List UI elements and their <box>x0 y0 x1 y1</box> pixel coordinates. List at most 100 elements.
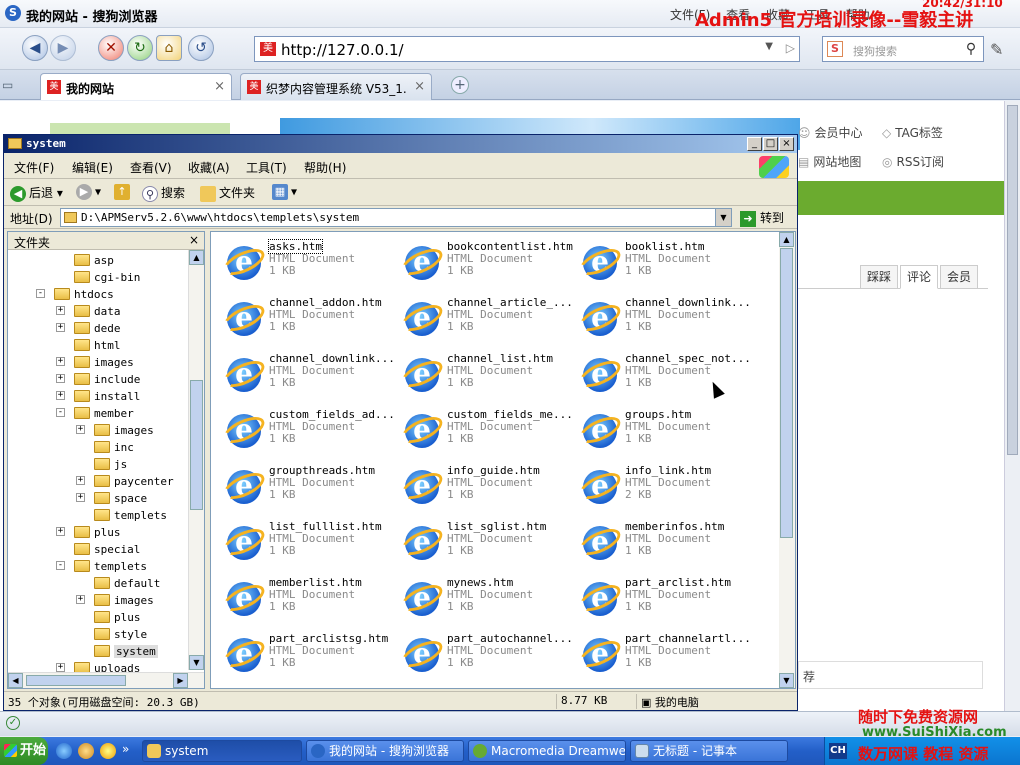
files-vscrollbar[interactable]: ▲ ▼ <box>779 232 795 688</box>
tab-my-site[interactable]: 美 我的网站 × <box>40 73 232 100</box>
expand-icon[interactable]: + <box>56 374 65 383</box>
input-language-indicator[interactable]: CH <box>829 743 847 759</box>
task-explorer-system[interactable]: system <box>142 740 302 762</box>
maximize-button[interactable]: □ <box>763 137 778 151</box>
go-button[interactable]: ➜ 转到 <box>740 209 784 227</box>
folder-tree-item[interactable]: templets <box>8 507 188 524</box>
file-item[interactable]: e asks.htm HTML Document 1 KB <box>217 234 392 288</box>
folder-tree-item[interactable]: + include <box>8 371 188 388</box>
file-item[interactable]: e info_guide.htm HTML Document 1 KB <box>395 458 570 512</box>
folder-tree-item[interactable]: + data <box>8 303 188 320</box>
collapse-icon[interactable]: - <box>56 408 65 417</box>
file-item[interactable]: e part_arclist.htm HTML Document 1 KB <box>573 570 748 624</box>
link-tags[interactable]: ◇ TAG标签 <box>882 124 943 141</box>
folder-tree-item[interactable]: + images <box>8 354 188 371</box>
folder-tree-item[interactable]: + space <box>8 490 188 507</box>
expand-icon[interactable]: + <box>56 323 65 332</box>
site-tab-comments[interactable]: 评论 <box>900 265 938 289</box>
file-item[interactable]: e channel_article_... HTML Document 1 KB <box>395 290 573 344</box>
file-item[interactable]: e mynews.htm HTML Document 1 KB <box>395 570 570 624</box>
folders-pane-close-icon[interactable]: × <box>189 233 199 247</box>
sidebar-toggle-icon[interactable]: ▭ <box>2 78 13 92</box>
task-notepad[interactable]: 无标题 - 记事本 <box>630 740 788 762</box>
page-scrollbar-thumb[interactable] <box>1007 105 1018 455</box>
refresh-button[interactable]: ↻ <box>127 35 153 61</box>
menu-file[interactable]: 文件(F) <box>14 159 54 176</box>
expand-icon[interactable]: + <box>76 595 85 604</box>
scroll-down-arrow[interactable]: ▼ <box>189 655 204 670</box>
tab-close-icon[interactable]: × <box>414 79 425 94</box>
file-item[interactable]: e memberinfos.htm HTML Document 1 KB <box>573 514 748 568</box>
file-item[interactable]: e custom_fields_ad... HTML Document 1 KB <box>217 402 395 456</box>
task-sogou-browser[interactable]: 我的网站 - 搜狗浏览器 <box>306 740 464 762</box>
forward-button[interactable]: ▶ <box>50 35 76 61</box>
file-item[interactable]: e channel_downlink... HTML Document 1 KB <box>573 290 751 344</box>
file-item[interactable]: e list_fulllist.htm HTML Document 1 KB <box>217 514 392 568</box>
expand-icon[interactable]: + <box>76 425 85 434</box>
link-member-center[interactable]: ☺ 会员中心 <box>798 124 863 141</box>
folder-tree-item[interactable]: - templets <box>8 558 188 575</box>
back-dropdown-icon[interactable]: ▾ <box>57 186 63 200</box>
collapse-icon[interactable]: - <box>36 289 45 298</box>
url-dropdown-icon[interactable]: ▼ <box>765 41 773 52</box>
folder-tree-item[interactable]: cgi-bin <box>8 269 188 286</box>
site-tab-dig[interactable]: 踩踩 <box>860 265 898 289</box>
folder-tree-item[interactable]: inc <box>8 439 188 456</box>
file-item[interactable]: e memberlist.htm HTML Document 1 KB <box>217 570 392 624</box>
file-item[interactable]: e groupthreads.htm HTML Document 1 KB <box>217 458 392 512</box>
pen-icon[interactable]: ✎ <box>990 40 1003 59</box>
folder-tree-item[interactable]: default <box>8 575 188 592</box>
file-item[interactable]: e info_link.htm HTML Document 2 KB <box>573 458 748 512</box>
explorer-titlebar[interactable]: system _ □ × <box>4 135 797 153</box>
expand-icon[interactable]: + <box>76 493 85 502</box>
toolbar-back-button[interactable]: ◀ 后退 ▾ <box>10 184 63 202</box>
file-item[interactable]: e channel_addon.htm HTML Document 1 KB <box>217 290 392 344</box>
expand-icon[interactable]: + <box>56 357 65 366</box>
expand-icon[interactable]: + <box>56 663 65 672</box>
folder-tree-item[interactable]: + images <box>8 592 188 609</box>
folder-tree-item[interactable]: style <box>8 626 188 643</box>
tab-dedecms[interactable]: 美 织梦内容管理系统 V53_1... × <box>240 73 432 100</box>
file-item[interactable]: e booklist.htm HTML Document 1 KB <box>573 234 748 288</box>
forward-dropdown-icon[interactable]: ▾ <box>95 185 101 199</box>
stop-button[interactable]: ✕ <box>98 35 124 61</box>
folder-tree-item[interactable]: system <box>8 643 188 660</box>
folder-tree-item[interactable]: + install <box>8 388 188 405</box>
menu-view[interactable]: 查看(V) <box>130 159 172 176</box>
file-item[interactable]: e channel_downlink... HTML Document 1 KB <box>217 346 395 400</box>
undo-close-button[interactable]: ↺ <box>188 35 214 61</box>
folder-tree-vscrollbar[interactable]: ▲ ▼ <box>188 250 204 670</box>
site-tab-members[interactable]: 会员 <box>940 265 978 289</box>
address-dropdown-icon[interactable]: ▼ <box>715 209 731 226</box>
link-rss[interactable]: ◎ RSS订阅 <box>882 153 944 170</box>
toolbar-search-button[interactable]: ⚲ 搜索 <box>142 184 185 202</box>
minimize-button[interactable]: _ <box>747 137 762 151</box>
toolbar-views-button[interactable]: ▦ ▾ <box>272 184 297 200</box>
scroll-left-arrow[interactable]: ◀ <box>8 673 23 688</box>
views-dropdown-icon[interactable]: ▾ <box>291 185 297 199</box>
quicklaunch-outlook-icon[interactable] <box>78 743 94 759</box>
folder-tree-item[interactable]: html <box>8 337 188 354</box>
folder-tree-item[interactable]: + images <box>8 422 188 439</box>
file-item[interactable]: e channel_list.htm HTML Document 1 KB <box>395 346 570 400</box>
folder-tree-item[interactable]: + dede <box>8 320 188 337</box>
address-bar[interactable]: 美 http://127.0.0.1/ ▼ ▷ <box>254 36 800 62</box>
folder-tree-item[interactable]: + paycenter <box>8 473 188 490</box>
tab-close-icon[interactable]: × <box>214 79 225 94</box>
quicklaunch-ie-icon[interactable] <box>56 743 72 759</box>
file-item[interactable]: e part_arclistsg.htm HTML Document 1 KB <box>217 626 392 680</box>
menu-edit[interactable]: 编辑(E) <box>72 159 113 176</box>
url-go-icon[interactable]: ▷ <box>786 41 795 55</box>
folder-tree-hscroll-thumb[interactable] <box>26 675 126 686</box>
collapse-icon[interactable]: - <box>56 561 65 570</box>
scroll-up-arrow[interactable]: ▲ <box>189 250 204 265</box>
link-sitemap[interactable]: ▤ 网站地图 <box>798 153 861 170</box>
scroll-right-arrow[interactable]: ▶ <box>173 673 188 688</box>
scroll-down-arrow[interactable]: ▼ <box>779 673 794 688</box>
menu-tools[interactable]: 工具(T) <box>246 159 287 176</box>
folder-tree-scroll-thumb[interactable] <box>190 380 203 510</box>
file-item[interactable]: e groups.htm HTML Document 1 KB <box>573 402 748 456</box>
address-input[interactable]: D:\APMServ5.2.6\www\htdocs\templets\syst… <box>60 208 732 227</box>
new-tab-button[interactable]: + <box>451 76 469 94</box>
task-dreamweaver[interactable]: Macromedia Dreamwea... <box>468 740 626 762</box>
